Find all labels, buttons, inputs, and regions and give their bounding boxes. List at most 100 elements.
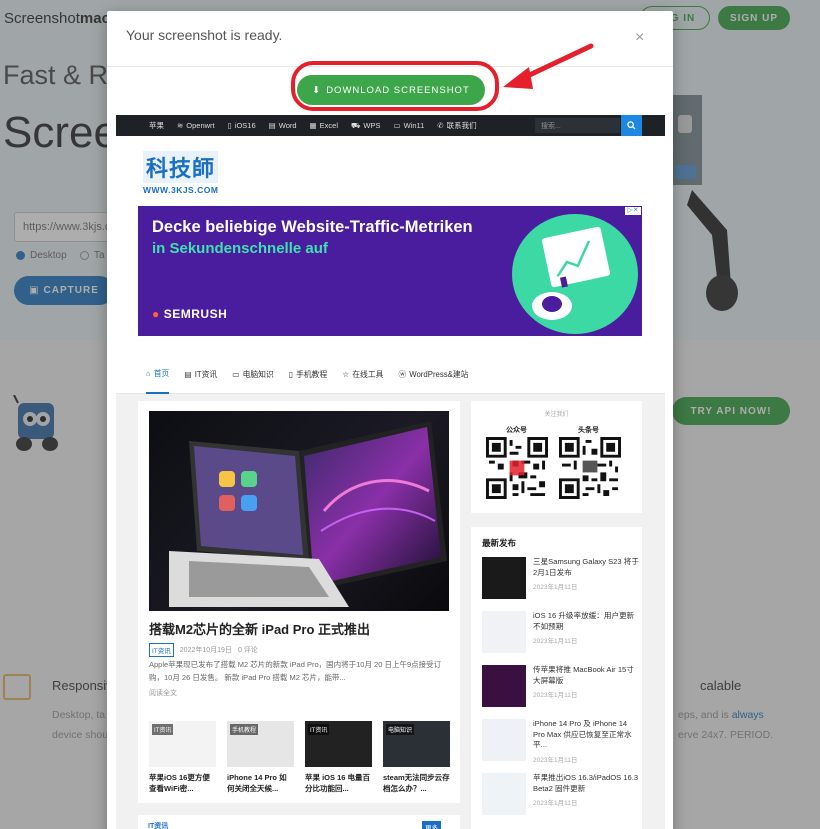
topbar-item-5[interactable]: ⛟ WPS <box>351 121 381 131</box>
table-icon: ▦ <box>309 121 317 130</box>
latest-post-item[interactable]: 苹果推出iOS 16.3/iPadOS 16.3 Beta2 固件更新 2023年… <box>482 773 641 815</box>
nav-item-5[interactable]: ⓦ WordPress&建站 <box>398 356 468 394</box>
related-post-caption[interactable]: steam无法同步云存档怎么办？... <box>383 772 450 794</box>
nav-item-0[interactable]: ⌂ 首页 <box>146 356 170 394</box>
screenshot-modal: Your screenshot is ready. × ⬇ DOWNLOAD S… <box>107 11 673 829</box>
semrush-logo: ● SEMRUSH <box>152 307 228 321</box>
latest-post-title[interactable]: iPhone 14 Pro 及 iPhone 14 Pro Max 供应已恢复至… <box>533 719 641 751</box>
topbar-item-7[interactable]: ✆ 联系我们 <box>437 120 476 131</box>
article-title[interactable]: 搭载M2芯片的全新 iPad Pro 正式推出 <box>149 619 370 638</box>
topbar-item-label: Word <box>278 121 297 130</box>
latest-post-date: 2023年1月11日 <box>533 756 578 764</box>
download-screenshot-button[interactable]: ⬇ DOWNLOAD SCREENSHOT <box>297 75 485 105</box>
ad-choices-close-icon[interactable]: ▷✕ <box>625 207 641 215</box>
article-card: 搭载M2芯片的全新 iPad Pro 正式推出 IT资讯 2022年10月19日… <box>138 401 460 803</box>
nav-item-label: 在线工具 <box>352 370 384 379</box>
latest-post-thumbnail[interactable] <box>482 719 526 761</box>
latest-post-item[interactable]: 传苹果将推 MacBook Air 15寸大屏幕版 2023年1月11日 <box>482 665 641 707</box>
topbar-item-label: Openwrt <box>186 121 215 130</box>
related-post-caption[interactable]: iPhone 14 Pro 如何关闭全天候... <box>227 772 294 794</box>
latest-post-title[interactable]: iOS 16 升级率放缓：用户更新不如预期 <box>533 611 641 632</box>
search-icon[interactable] <box>621 115 642 136</box>
related-post[interactable]: 手机教程 iPhone 14 Pro 如何关闭全天候... <box>227 721 294 794</box>
related-post-caption[interactable]: 苹果 iOS 16 电量百分比功能回... <box>305 772 372 794</box>
topbar-item-4[interactable]: ▦ Excel <box>310 121 338 130</box>
latest-post-thumbnail[interactable] <box>482 611 526 653</box>
category-tag[interactable]: IT资讯 <box>149 643 174 657</box>
nav-item-1[interactable]: ▤ IT资讯 <box>184 356 217 394</box>
latest-post-thumbnail[interactable] <box>482 665 526 707</box>
site-nav: ⌂ 首页 ▤ IT资讯 ▭ 电脑知识 ▯ 手机教程 ☆ 在线工具 ⓦ WordPress&建站 <box>116 356 665 394</box>
ipad-pro-image[interactable] <box>149 411 449 611</box>
topbar-item-label: iOS16 <box>234 121 256 130</box>
latest-post-item[interactable]: iPhone 14 Pro 及 iPhone 14 Pro Max 供应已恢复至… <box>482 719 641 764</box>
thumb-badge: 电脑知识 <box>386 724 415 735</box>
nav-item-4[interactable]: ☆ 在线工具 <box>342 356 383 394</box>
close-icon[interactable]: × <box>635 29 644 47</box>
qr-code-icon <box>486 437 548 499</box>
latest-post-date: 2023年1月11日 <box>533 584 578 591</box>
latest-post-title[interactable]: 三星Samsung Galaxy S23 将于2月1日发布 <box>533 557 641 578</box>
qr-label-toutiao: 头条号 <box>578 427 599 434</box>
topbar-item-0[interactable]: 苹果 <box>146 120 164 131</box>
semrush-flame-icon: ● <box>152 307 160 321</box>
latest-post-item[interactable]: iOS 16 升级率放缓：用户更新不如预期 2023年1月11日 <box>482 611 641 653</box>
related-post-caption[interactable]: 苹果iOS 16更方便查看WiFi密... <box>149 772 216 794</box>
related-post-image[interactable]: IT资讯 <box>305 721 372 767</box>
screenshot-preview: 苹果 ≋ Openwrt ▯ iOS16 ▤ Word ▦ Excel ⛟ WPS ▭ Win11 ✆ 联系… <box>116 115 665 829</box>
follow-us-card: 关注我们 公众号 头条号 <box>471 401 642 513</box>
qr-code-icon <box>559 437 621 499</box>
site-header: 科技師 WWW.3KJS.COM <box>116 136 665 206</box>
topbar-item-1[interactable]: ≋ Openwrt <box>177 121 215 130</box>
nav-item-label: IT资讯 <box>194 370 218 379</box>
latest-post-title[interactable]: 传苹果将推 MacBook Air 15寸大屏幕版 <box>533 665 641 686</box>
latest-post-date: 2023年1月11日 <box>533 638 578 645</box>
ad-headline: Decke beliebige Website-Traffic-Metriken <box>152 218 473 236</box>
ad-container: Decke beliebige Website-Traffic-Metriken… <box>116 206 665 356</box>
mobile-icon: ▯ <box>288 370 294 379</box>
nav-item-2[interactable]: ▭ 电脑知识 <box>232 356 274 394</box>
latest-post-thumbnail[interactable] <box>482 557 526 599</box>
latest-post-date: 2023年1月11日 <box>533 800 578 807</box>
latest-posts-card: 最新发布 三星Samsung Galaxy S23 将于2月1日发布 2023年1… <box>471 527 642 829</box>
site-logo-3kjs[interactable]: 科技師 WWW.3KJS.COM <box>143 151 219 195</box>
latest-post-item[interactable]: 三星Samsung Galaxy S23 将于2月1日发布 2023年1月11日 <box>482 557 641 599</box>
topbar-item-label: 苹果 <box>149 121 164 130</box>
star-icon: ☆ <box>342 370 350 379</box>
latest-post-thumbnail[interactable] <box>482 773 526 815</box>
topbar-item-3[interactable]: ▤ Word <box>269 121 297 130</box>
wordpress-icon: ⓦ <box>398 370 407 379</box>
it-news-label[interactable]: IT资讯 <box>148 821 168 829</box>
download-icon: ⬇ <box>312 84 322 96</box>
semrush-ad-banner[interactable]: Decke beliebige Website-Traffic-Metriken… <box>138 206 642 336</box>
ad-illustration-icon <box>512 214 638 334</box>
qr-label-wechat: 公众号 <box>506 427 527 434</box>
follow-us-label: 关注我们 <box>544 412 569 418</box>
related-post[interactable]: IT资讯苹果 iOS 16 电量百分比功能回... <box>305 721 372 794</box>
related-post[interactable]: 电脑知识 steam无法同步云存档怎么办？... <box>383 721 450 794</box>
topbar-item-6[interactable]: ▭ Win11 <box>394 121 425 130</box>
article-comments[interactable]: 0 评论 <box>238 645 258 655</box>
topbar-item-2[interactable]: ▯ iOS16 <box>228 121 256 130</box>
site-search-input[interactable]: 搜索... <box>535 118 620 133</box>
nav-item-3[interactable]: ▯ 手机教程 <box>289 356 327 394</box>
topbar-item-label: Win11 <box>403 121 425 130</box>
related-post-image[interactable]: 电脑知识 <box>383 721 450 767</box>
latest-posts-title: 最新发布 <box>482 538 517 548</box>
ad-subheadline: in Sekundenschnelle auf <box>152 240 328 257</box>
home-icon: ⌂ <box>146 369 151 378</box>
article-meta: IT资讯 2022年10月19日 0 评论 <box>149 643 258 657</box>
latest-post-title[interactable]: 苹果推出iOS 16.3/iPadOS 16.3 Beta2 固件更新 <box>533 773 641 794</box>
article-date: 2022年10月19日 <box>179 647 232 654</box>
more-link[interactable]: 更多 <box>422 821 441 829</box>
read-more-link[interactable]: 阅读全文 <box>149 688 177 698</box>
thumb-badge: IT资讯 <box>308 724 330 735</box>
related-post[interactable]: IT资讯苹果iOS 16更方便查看WiFi密... <box>149 721 216 794</box>
related-thumbs: IT资讯 苹果iOS 16更方便查看WiFi密... 手机教程 iPhone 14 P… <box>149 721 450 794</box>
related-post-image[interactable]: IT资讯 <box>149 721 216 767</box>
windows-icon: ▭ <box>393 121 401 130</box>
monitor-icon: ▭ <box>232 370 240 379</box>
thumb-badge: IT资讯 <box>152 724 174 735</box>
phone-call-icon: ✆ <box>437 121 444 130</box>
related-post-image[interactable]: 手机教程 <box>227 721 294 767</box>
